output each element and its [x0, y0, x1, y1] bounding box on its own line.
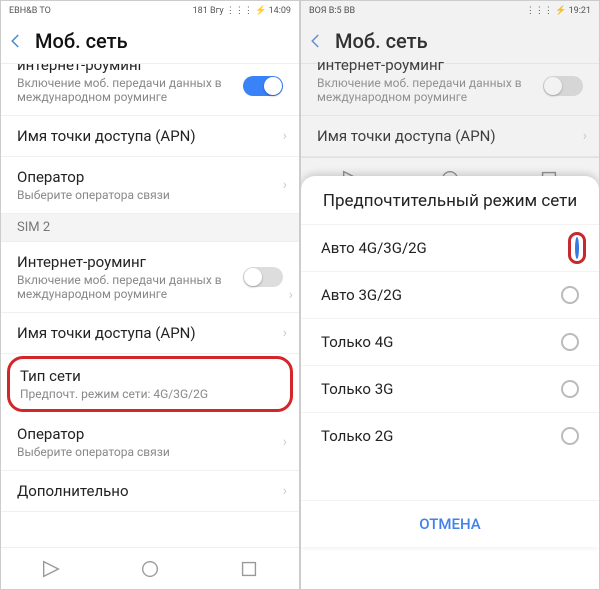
- item-label: Имя точки доступа (APN): [17, 324, 283, 342]
- radio-option-auto4g[interactable]: Авто 4G/3G/2G: [301, 224, 599, 271]
- item-label: Интернет-роуминг: [17, 253, 283, 271]
- item-label: Оператор: [17, 168, 283, 186]
- item-label: Имя точки доступа (APN): [317, 127, 583, 145]
- page-title: Моб. сеть: [35, 29, 128, 53]
- apn2-item[interactable]: Имя точки доступа (APN) ›: [1, 313, 299, 354]
- status-left: ВОЯ В:5 ВВ: [309, 6, 355, 16]
- apn-item: Имя точки доступа (APN) ›: [301, 116, 599, 157]
- operator2-item[interactable]: Оператор Выберите оператора связи ›: [1, 414, 299, 471]
- navbar: [1, 547, 299, 589]
- item-sub: Предпочт. режим сети: 4G/3G/2G: [20, 387, 280, 401]
- header: Моб. сеть: [1, 21, 299, 64]
- radio-option-auto3g[interactable]: Авто 3G/2G: [301, 271, 599, 318]
- item-label: Тип сети: [20, 367, 280, 385]
- nav-home-icon[interactable]: [139, 558, 161, 580]
- roaming-toggle-item[interactable]: интернет-роуминг Включение моб. передачи…: [1, 64, 299, 116]
- item-label: интернет-роуминг: [17, 64, 283, 74]
- back-icon[interactable]: [307, 32, 325, 50]
- status-left: ЕВН&В ТО: [9, 6, 51, 16]
- highlight-ring: [568, 232, 586, 264]
- network-mode-dialog: Предпочтительный режим сети Авто 4G/3G/2…: [301, 176, 599, 547]
- item-label: Имя точки доступа (APN): [17, 127, 283, 145]
- background-content: Моб. сеть интернет-роуминг Включение моб…: [301, 21, 599, 157]
- toggle-switch[interactable]: [243, 267, 283, 287]
- item-label: Дополнительно: [17, 482, 283, 500]
- toggle-switch[interactable]: [243, 76, 283, 96]
- cancel-button[interactable]: ОТМЕНА: [301, 500, 599, 547]
- item-sub: Выберите оператора связи: [17, 445, 283, 459]
- page-title: Моб. сеть: [335, 29, 428, 53]
- status-bar: ЕВН&В ТО 181 Вгу ⋮⋮⋮ ⚡ 14:09: [1, 1, 299, 21]
- chevron-right-icon: ›: [583, 128, 587, 144]
- phone-left: ЕВН&В ТО 181 Вгу ⋮⋮⋮ ⚡ 14:09 Моб. сеть и…: [0, 0, 300, 590]
- chevron-right-icon: ›: [283, 128, 287, 144]
- operator-item[interactable]: Оператор Выберите оператора связи ›: [1, 157, 299, 214]
- roaming2-item[interactable]: Интернет-роуминг Включение моб. передачи…: [1, 242, 299, 313]
- option-label: Только 2G: [321, 427, 393, 445]
- chevron-right-icon: ›: [283, 177, 287, 193]
- dialog-title: Предпочтительный режим сети: [301, 176, 599, 224]
- roaming-item: интернет-роуминг Включение моб. передачи…: [301, 56, 599, 116]
- toggle-switch: [543, 76, 583, 96]
- radio-icon[interactable]: [575, 237, 579, 259]
- radio-icon[interactable]: [561, 427, 579, 445]
- settings-list: интернет-роуминг Включение моб. передачи…: [1, 64, 299, 547]
- radio-icon[interactable]: [561, 286, 579, 304]
- radio-option-only2g[interactable]: Только 2G: [301, 412, 599, 459]
- back-icon[interactable]: [7, 32, 25, 50]
- radio-option-only3g[interactable]: Только 3G: [301, 365, 599, 412]
- status-right: ⋮⋮⋮ ⚡ 19:21: [526, 6, 591, 16]
- section-sim2: SIM 2: [1, 214, 299, 242]
- phone-right: ВОЯ В:5 ВВ ⋮⋮⋮ ⚡ 19:21 Моб. сеть интерне…: [300, 0, 600, 590]
- nav-recent-icon[interactable]: [238, 558, 260, 580]
- network-type-item[interactable]: Тип сети Предпочт. режим сети: 4G/3G/2G …: [7, 356, 293, 412]
- additional-item[interactable]: Дополнительно ›: [1, 471, 299, 512]
- chevron-right-icon: ›: [283, 325, 287, 341]
- item-label: интернет-роуминг: [317, 56, 583, 74]
- status-bar: ВОЯ В:5 ВВ ⋮⋮⋮ ⚡ 19:21: [301, 1, 599, 21]
- chevron-right-icon: ›: [283, 483, 287, 499]
- radio-icon[interactable]: [561, 333, 579, 351]
- nav-back-icon[interactable]: [40, 558, 62, 580]
- status-right: 181 Вгу ⋮⋮⋮ ⚡ 14:09: [193, 6, 291, 16]
- radio-icon[interactable]: [561, 380, 579, 398]
- chevron-right-icon: ›: [289, 287, 293, 303]
- apn-item[interactable]: Имя точки доступа (APN) ›: [1, 116, 299, 157]
- item-sub: Выберите оператора связи: [17, 188, 283, 202]
- radio-option-only4g[interactable]: Только 4G: [301, 318, 599, 365]
- item-label: Оператор: [17, 425, 283, 443]
- chevron-right-icon: ›: [283, 434, 287, 450]
- option-label: Только 3G: [321, 380, 393, 398]
- option-label: Только 4G: [321, 333, 393, 351]
- option-label: Авто 3G/2G: [321, 286, 402, 304]
- option-label: Авто 4G/3G/2G: [321, 239, 427, 257]
